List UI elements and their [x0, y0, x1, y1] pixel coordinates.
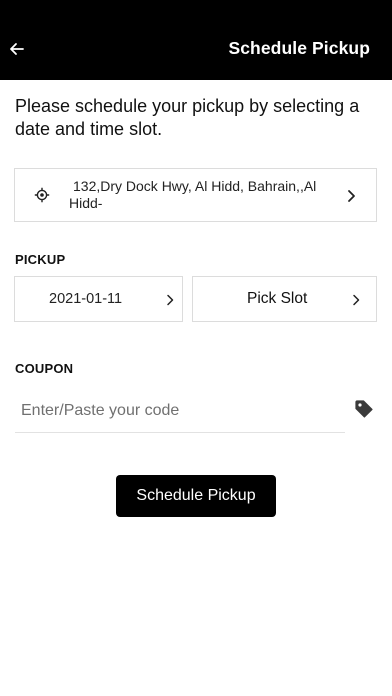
coupon-input[interactable]: [15, 390, 345, 433]
pickup-date-value: 2021-01-11: [49, 291, 123, 307]
address-text: 132,Dry Dock Hwy, Al Hidd, Bahrain,,Al H…: [69, 178, 317, 211]
pickup-section-label: PICKUP: [15, 252, 66, 267]
chevron-right-icon: [346, 189, 356, 203]
tag-icon[interactable]: [354, 399, 374, 419]
pickup-date-selector[interactable]: 2021-01-11: [14, 276, 183, 322]
arrow-left-icon[interactable]: [6, 38, 28, 60]
pickup-slot-value: Pick Slot: [247, 290, 308, 307]
instruction-text: Please schedule your pickup by selecting…: [15, 96, 360, 139]
chevron-right-icon: [166, 293, 174, 306]
chevron-right-icon: [352, 293, 360, 306]
pickup-slot-selector[interactable]: Pick Slot: [192, 276, 377, 322]
page-title: Schedule Pickup: [228, 38, 370, 58]
header-bar: Schedule Pickup: [0, 0, 392, 80]
address-selector[interactable]: 132,Dry Dock Hwy, Al Hidd, Bahrain,,Al H…: [14, 168, 377, 222]
schedule-pickup-button[interactable]: Schedule Pickup: [116, 475, 276, 517]
coupon-section-label: COUPON: [15, 361, 74, 376]
location-target-icon: [34, 187, 50, 203]
